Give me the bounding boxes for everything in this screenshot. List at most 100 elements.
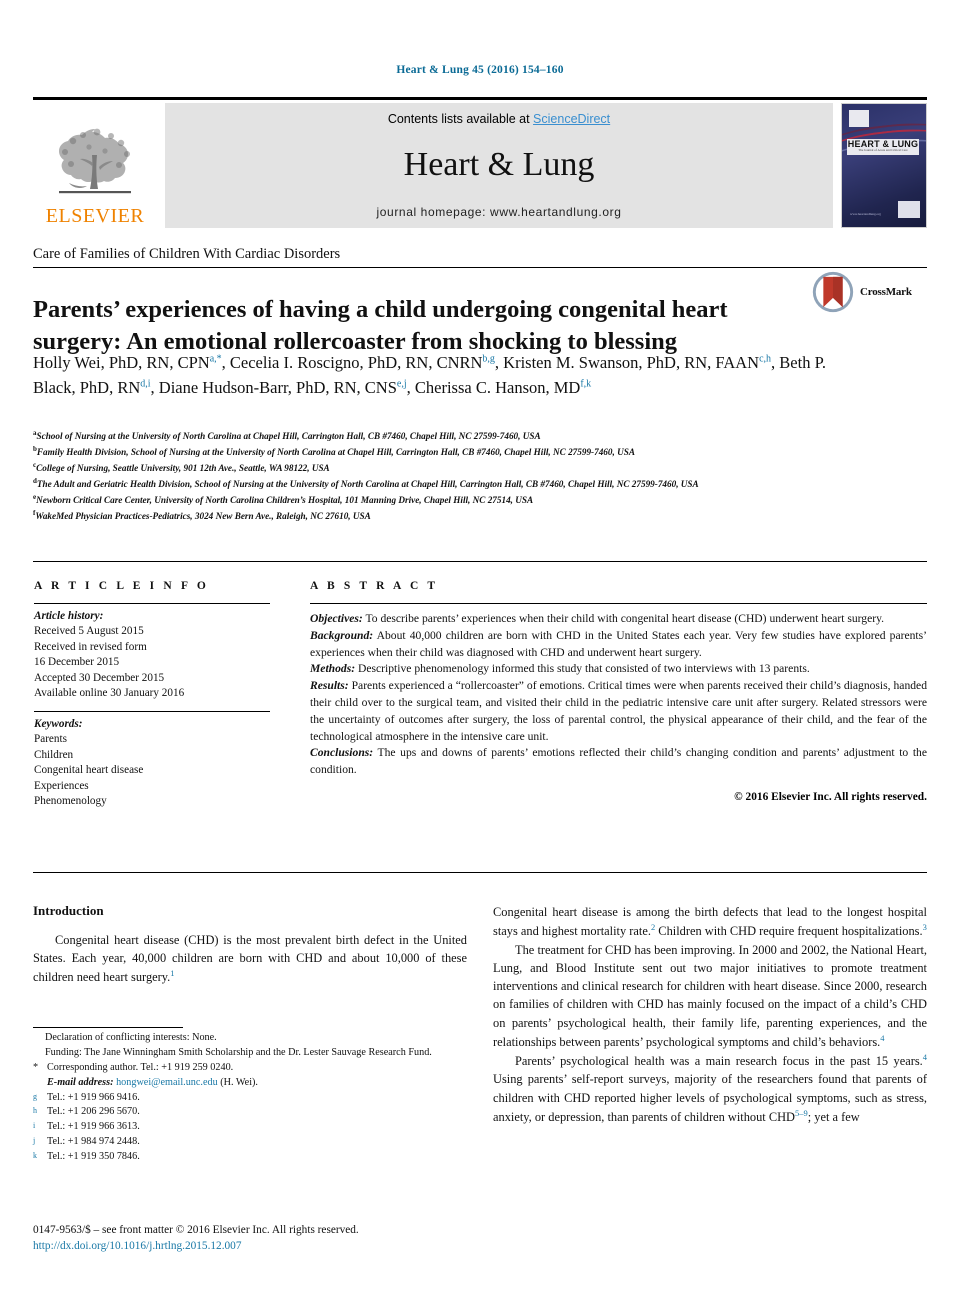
email-label: E-mail address:: [47, 1076, 114, 1088]
paragraph-text: Using parents’ self-report surveys, majo…: [493, 1072, 927, 1125]
paragraph-text: The treatment for CHD has been improving…: [493, 942, 927, 1049]
paragraph-text: Children with CHD require frequent hospi…: [655, 924, 923, 939]
abstract-section: Results: Parents experienced a “rollerco…: [310, 678, 927, 745]
journal-homepage[interactable]: journal homepage: www.heartandlung.org: [377, 205, 622, 219]
email-suffix: (H. Wei).: [217, 1076, 258, 1088]
email-link[interactable]: hongwei@email.unc.edu: [116, 1077, 218, 1088]
keyword-item: Children: [34, 748, 74, 761]
author-affiliation-marks: e,j: [396, 378, 407, 390]
abstract-section: Methods: Descriptive phenomenology infor…: [310, 661, 927, 678]
author-name: Cecelia I. Roscigno, PhD, RN, CNRN: [229, 353, 483, 372]
keywords-block: Keywords: Parents Children Congenital he…: [34, 712, 270, 819]
front-matter-line: 0147-9563/$ – see front matter © 2016 El…: [33, 1224, 359, 1236]
tel-note-text: Tel.: +1 919 966 3613.: [47, 1121, 140, 1133]
crossmark-logo-icon: [812, 271, 854, 313]
keyword-item: Congenital heart disease: [34, 764, 144, 777]
citation-ref[interactable]: 1: [170, 968, 174, 978]
keyword-item: Phenomenology: [34, 794, 107, 807]
author-entry: Diane Hudson-Barr, PhD, RN, CNSe,j,: [159, 378, 415, 397]
author-name: Holly Wei, PhD, RN, CPN: [33, 353, 210, 372]
contents-prefix: Contents lists available at: [387, 112, 534, 126]
affiliation-text: Family Health Division, School of Nursin…: [36, 447, 635, 458]
funding-note: Funding: The Jane Winningham Smith Schol…: [45, 1046, 432, 1058]
contents-list-line: Contents lists available at ScienceDirec…: [388, 112, 610, 126]
tel-note: k Tel.: +1 919 350 7846.: [33, 1150, 467, 1165]
info-abstract-bottom-rule: [33, 872, 927, 873]
abstract-copyright: © 2016 Elsevier Inc. All rights reserved…: [734, 790, 927, 803]
author-separator: ,: [221, 353, 230, 372]
keywords-label: Keywords:: [34, 717, 83, 730]
author-separator: ,: [150, 378, 159, 398]
author-name: Cherissa C. Hanson, MD: [414, 378, 581, 398]
journal-title: Heart & Lung: [403, 145, 595, 183]
citation-ref[interactable]: 4: [880, 1033, 884, 1043]
intro-paragraph: Congenital heart disease (CHD) is the mo…: [33, 931, 467, 987]
history-line: Received in revised form: [34, 640, 147, 653]
abstract-section-label: Results:: [310, 679, 349, 693]
page-title: Parents’ experiences of having a child u…: [33, 296, 728, 355]
journal-masthead: ELSEVIER Contents lists available at Sci…: [33, 97, 927, 231]
abstract-section: Objectives: To describe parents’ experie…: [310, 611, 927, 628]
paragraph-text: Parents’ psychological health was a main…: [515, 1054, 923, 1069]
email-note: E-mail address: hongwei@email.unc.edu (H…: [33, 1076, 467, 1091]
history-line: Accepted 30 December 2015: [34, 671, 165, 684]
body-paragraph: Parents’ psychological health was a main…: [493, 1051, 927, 1126]
elsevier-wordmark: ELSEVIER: [45, 205, 145, 227]
author-separator: ,: [494, 353, 504, 372]
body-column-left: Introduction Congenital heart disease (C…: [33, 903, 467, 987]
author-separator: ,: [406, 378, 415, 398]
affiliation-item: dThe Adult and Geriatric Health Division…: [33, 476, 927, 492]
abstract-section-text: Parents experienced a “rollercoaster” of…: [310, 679, 927, 743]
history-line: 16 December 2015: [34, 656, 120, 669]
tel-note: g Tel.: +1 919 966 9416.: [33, 1091, 467, 1106]
abstract-section-text: Descriptive phenomenology informed this …: [355, 662, 810, 676]
journal-band: Contents lists available at ScienceDirec…: [165, 103, 833, 228]
author-list: Holly Wei, PhD, RN, CPNa,*, Cecelia I. R…: [33, 350, 833, 400]
sciencedirect-link[interactable]: ScienceDirect: [533, 112, 610, 126]
crossmark-badge[interactable]: CrossMark: [812, 268, 928, 316]
tel-note-mark: k: [33, 1151, 37, 1161]
history-line: Received 5 August 2015: [34, 625, 144, 638]
footnote-block: Declaration of conflicting interests: No…: [33, 1027, 467, 1165]
affiliation-list: aSchool of Nursing at the University of …: [33, 428, 927, 524]
abstract-section-text: To describe parents’ experiences when th…: [362, 612, 885, 625]
article-section-label: Care of Families of Children With Cardia…: [33, 246, 927, 268]
citation-ref[interactable]: 5–9: [795, 1108, 808, 1118]
body-column-right: Congenital heart disease is among the bi…: [493, 903, 927, 1126]
article-history-block: Article history: Received 5 August 2015 …: [34, 604, 270, 711]
abstract-section: Conclusions: The ups and downs of parent…: [310, 745, 927, 779]
author-affiliation-marks: f,k: [580, 378, 592, 390]
author-entry: Kristen M. Swanson, PhD, RN, FAANc,h,: [503, 353, 779, 372]
abstract-section-text: About 40,000 children are born with CHD …: [310, 628, 927, 659]
citation-ref[interactable]: 3: [923, 922, 927, 932]
journal-cover-thumbnail: HEART & LUNG The Journal of Acute and Cr…: [841, 103, 927, 228]
abstract-section-label: Objectives:: [310, 612, 363, 625]
tel-note-text: Tel.: +1 919 350 7846.: [47, 1151, 140, 1163]
keyword-item: Parents: [34, 733, 67, 746]
cover-title-box: HEART & LUNG The Journal of Acute and Cr…: [847, 139, 919, 155]
tel-note: i Tel.: +1 919 966 3613.: [33, 1120, 467, 1135]
page-footer: 0147-9563/$ – see front matter © 2016 El…: [33, 1222, 533, 1254]
info-abstract-top-rule: [33, 561, 927, 562]
elsevier-logo: ELSEVIER: [33, 103, 157, 228]
abstract-section: Background: About 40,000 children are bo…: [310, 628, 927, 662]
author-affiliation-marks: c,h: [759, 353, 772, 365]
introduction-heading: Introduction: [33, 903, 104, 918]
declaration-note: Declaration of conflicting interests: No…: [45, 1032, 217, 1043]
affiliation-item: bFamily Health Division, School of Nursi…: [33, 444, 927, 460]
doi-link[interactable]: http://dx.doi.org/10.1016/j.hrtlng.2015.…: [33, 1238, 533, 1254]
affiliation-text: College of Nursing, Seattle University, …: [36, 463, 330, 473]
affiliation-item: eNewborn Critical Care Center, Universit…: [33, 492, 927, 508]
abstract-heading: A B S T R A C T: [310, 580, 439, 592]
author-affiliation-marks: d,i: [140, 378, 151, 390]
tel-note: h Tel.: +1 206 296 5670.: [33, 1105, 467, 1120]
article-info-heading: A R T I C L E I N F O: [34, 580, 209, 592]
body-paragraph: The treatment for CHD has been improving…: [493, 941, 927, 1052]
author-affiliation-marks: a,*: [209, 353, 222, 365]
body-paragraph: Congenital heart disease is among the bi…: [493, 903, 927, 941]
abstract-section-text: The ups and downs of parents’ emotions r…: [310, 746, 927, 777]
affiliation-item: aSchool of Nursing at the University of …: [33, 428, 927, 444]
cover-publisher-badge: [849, 110, 869, 127]
author-entry: Cecelia I. Roscigno, PhD, RN, CNRNb,g,: [230, 353, 503, 372]
citation-ref[interactable]: 4: [923, 1052, 927, 1062]
